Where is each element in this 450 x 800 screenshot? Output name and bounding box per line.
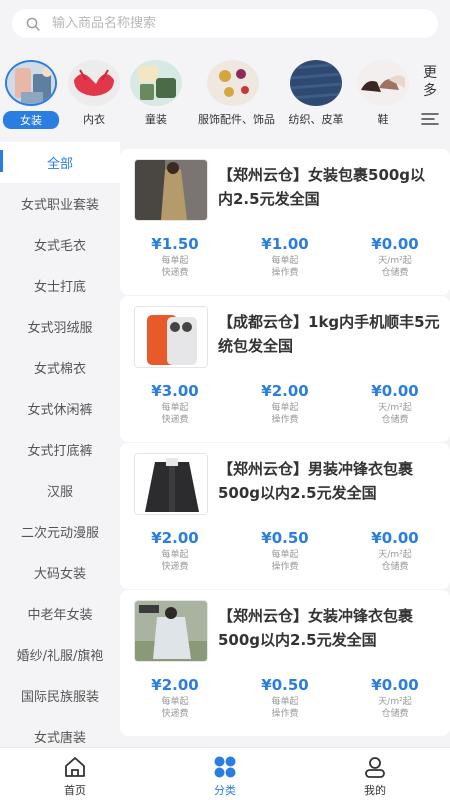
product-card[interactable]: 【郑州云仓】女装包裹500g以内2.5元发全国 ¥1.50 每单起 快递费 ¥1… (120, 149, 450, 295)
sidebar-item[interactable]: 女式休闲裤 (0, 388, 120, 429)
sidebar-item[interactable]: 女式羽绒服 (0, 306, 120, 347)
tab-home-label: 首页 (64, 784, 86, 797)
user-icon (365, 757, 385, 778)
search-bar-container (0, 0, 450, 50)
product-title: 【郑州云仓】女装冲锋衣包裹500g以内2.5元发全国 (218, 607, 414, 649)
sidebar-item[interactable]: 国际民族服装 (0, 675, 120, 716)
category-kids-image (130, 60, 182, 106)
tab-category[interactable]: 分类 (150, 748, 300, 800)
category-shoes-image (357, 60, 409, 106)
operation-fee: ¥0.50 每单起 操作费 (261, 676, 309, 719)
tab-home[interactable]: 首页 (0, 748, 150, 800)
operation-fee: ¥1.00 每单起 操作费 (261, 235, 309, 278)
category-kids[interactable]: 童装 (121, 60, 191, 127)
category-underwear[interactable]: 内衣 (59, 60, 129, 127)
category-grid-icon (214, 756, 236, 778)
sidebar-item[interactable]: 女式棉衣 (0, 347, 120, 388)
bottom-nav: 首页 分类 我的 (0, 747, 450, 800)
category-accessories-image (207, 60, 259, 106)
express-fee: ¥1.50 每单起 快递费 (151, 235, 199, 278)
sidebar-item[interactable]: 女士打底 (0, 265, 120, 306)
category-shoes[interactable]: 鞋 (348, 60, 418, 127)
storage-fee: ¥0.00 天/m²起 仓储费 (371, 529, 419, 572)
product-card[interactable]: 【郑州云仓】女装冲锋衣包裹500g以内2.5元发全国 ¥2.00 每单起 快递费… (120, 590, 450, 736)
sidebar-item[interactable]: 女式毛衣 (0, 224, 120, 265)
category-women[interactable]: 女装 (0, 60, 66, 129)
more-categories-button[interactable]: 更多 (418, 64, 442, 100)
fee-row: ¥3.00 每单起 快递费 ¥2.00 每单起 操作费 ¥0.00 天/m²起 … (120, 382, 450, 426)
sidebar-item[interactable]: 中老年女装 (0, 593, 120, 634)
product-card[interactable]: 【成都云仓】1kg内手机顺丰5元统包发全国 ¥3.00 每单起 快递费 ¥2.0… (120, 296, 450, 442)
product-image (134, 453, 208, 515)
tab-mine-label: 我的 (364, 784, 386, 797)
sidebar-item[interactable]: 二次元动漫服 (0, 511, 120, 552)
list-filter-icon[interactable] (421, 112, 439, 126)
product-image (134, 306, 208, 368)
express-fee: ¥3.00 每单起 快递费 (151, 382, 199, 425)
sidebar-item[interactable]: 女式职业套装 (0, 183, 120, 224)
category-strip: 女装 内衣 童装 服饰配件、饰品 纺织、皮革 鞋 更多 (0, 52, 450, 132)
express-fee: ¥2.00 每单起 快递费 (151, 529, 199, 572)
category-underwear-image (68, 60, 120, 106)
category-accessories[interactable]: 服饰配件、饰品 (198, 60, 275, 127)
operation-fee: ¥2.00 每单起 操作费 (261, 382, 309, 425)
search-box[interactable] (12, 9, 438, 38)
tab-mine[interactable]: 我的 (300, 748, 450, 800)
storage-fee: ¥0.00 天/m²起 仓储费 (371, 382, 419, 425)
sidebar-item[interactable]: 汉服 (0, 470, 120, 511)
storage-fee: ¥0.00 天/m²起 仓储费 (371, 235, 419, 278)
fee-row: ¥1.50 每单起 快递费 ¥1.00 每单起 操作费 ¥0.00 天/m²起 … (120, 235, 450, 279)
product-title: 【郑州云仓】女装包裹500g以内2.5元发全国 (218, 166, 426, 208)
category-sidebar: 全部 女式职业套装 女式毛衣 女士打底 女式羽绒服 女式棉衣 女式休闲裤 女式打… (0, 142, 120, 747)
sidebar-item[interactable]: 女式打底裤 (0, 429, 120, 470)
tab-category-label: 分类 (214, 784, 236, 797)
category-women-image (5, 60, 57, 106)
fee-row: ¥2.00 每单起 快递费 ¥0.50 每单起 操作费 ¥0.00 天/m²起 … (120, 676, 450, 720)
operation-fee: ¥0.50 每单起 操作费 (261, 529, 309, 572)
search-icon (26, 17, 40, 31)
product-title: 【郑州云仓】男装冲锋衣包裹500g以内2.5元发全国 (218, 460, 414, 502)
home-icon (65, 757, 85, 777)
product-image (134, 600, 208, 662)
search-input[interactable] (52, 16, 412, 31)
product-card[interactable]: 【郑州云仓】男装冲锋衣包裹500g以内2.5元发全国 ¥2.00 每单起 快递费… (120, 443, 450, 589)
express-fee: ¥2.00 每单起 快递费 (151, 676, 199, 719)
sidebar-item-all[interactable]: 全部 (0, 142, 120, 183)
product-list: 【郑州云仓】女装包裹500g以内2.5元发全国 ¥1.50 每单起 快递费 ¥1… (120, 142, 450, 747)
category-textile[interactable]: 纺织、皮革 (281, 60, 351, 127)
product-title: 【成都云仓】1kg内手机顺丰5元统包发全国 (218, 313, 440, 355)
product-image (134, 159, 208, 221)
category-textile-image (290, 60, 342, 106)
sidebar-item[interactable]: 婚纱/礼服/旗袍 (0, 634, 120, 675)
fee-row: ¥2.00 每单起 快递费 ¥0.50 每单起 操作费 ¥0.00 天/m²起 … (120, 529, 450, 573)
sidebar-item[interactable]: 大码女装 (0, 552, 120, 593)
storage-fee: ¥0.00 天/m²起 仓储费 (371, 676, 419, 719)
